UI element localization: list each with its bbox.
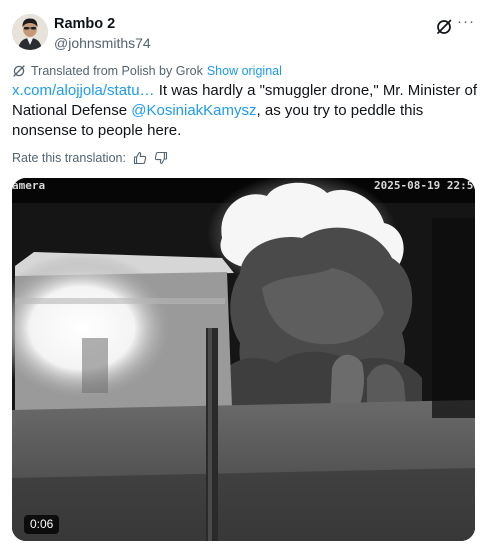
camera-overlay-label: amera: [12, 179, 46, 192]
show-original-link[interactable]: Show original: [207, 64, 282, 78]
thumbs-down-icon[interactable]: [154, 151, 168, 165]
video-duration-badge: 0:06: [24, 515, 60, 534]
translation-label: Translated from Polish by Grok: [31, 64, 203, 78]
avatar[interactable]: [12, 14, 48, 50]
author-display-name[interactable]: Rambo 2: [54, 15, 151, 33]
mention-link[interactable]: @KosiniakKamysz: [131, 102, 256, 119]
author-handle[interactable]: @johnsmiths74: [54, 34, 151, 52]
more-icon[interactable]: ···: [457, 14, 475, 33]
tweet-text: x.com/alojjola/statu… It was hardly a "s…: [12, 81, 480, 141]
video-frame: [12, 178, 475, 541]
camera-timestamp: 2025-08-19 22:5: [374, 179, 474, 192]
rate-label: Rate this translation:: [12, 151, 126, 165]
avatar-image: [12, 14, 48, 50]
tweet-header: Rambo 2 @johnsmiths74 ···: [12, 12, 475, 52]
video-player[interactable]: amera 2025-08-19 22:5 0:06: [12, 178, 475, 541]
translation-notice: Translated from Polish by Grok Show orig…: [12, 63, 282, 79]
rate-translation: Rate this translation:: [12, 150, 168, 166]
grok-icon[interactable]: [435, 18, 453, 36]
thumbs-up-icon[interactable]: [133, 151, 147, 165]
tweet-link[interactable]: x.com/alojjola/statu…: [12, 82, 155, 99]
grok-translate-icon: [13, 65, 25, 77]
author-names: Rambo 2 @johnsmiths74: [54, 15, 151, 52]
